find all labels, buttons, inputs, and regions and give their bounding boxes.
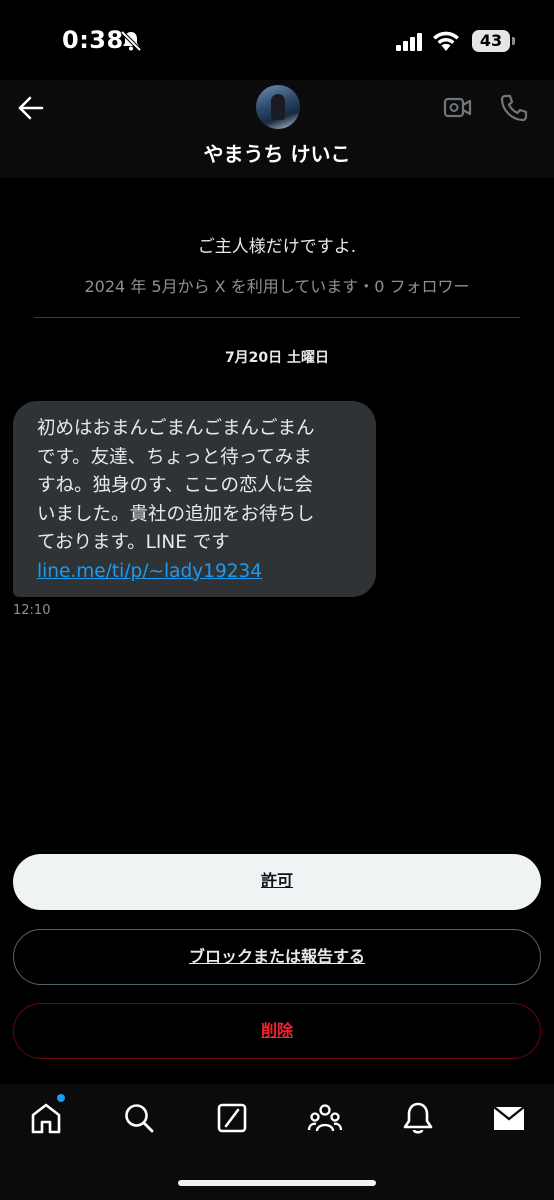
messages-icon[interactable] xyxy=(491,1100,527,1136)
phone-icon[interactable] xyxy=(499,93,529,123)
message-bubble[interactable]: 初めはおまんごまんごまんごまん です。友達、ちょっと待ってみま すね。独身のす、… xyxy=(13,401,376,597)
status-time: 0:38 xyxy=(62,26,124,54)
delete-button[interactable]: 削除 xyxy=(13,1003,541,1059)
profile-description: ご主人様だけですよ. xyxy=(197,237,357,257)
home-notification-dot xyxy=(57,1094,65,1102)
avatar[interactable] xyxy=(256,85,300,129)
allow-button[interactable]: 許可 xyxy=(13,854,541,910)
message-text: 初めはおまんごまんごまんごまん です。友達、ちょっと待ってみま すね。独身のす、… xyxy=(37,418,315,553)
bell-off-icon xyxy=(120,30,142,52)
date-separator: 7月20日 土曜日 xyxy=(224,350,330,366)
divider xyxy=(34,317,520,318)
communities-icon[interactable] xyxy=(307,1100,343,1136)
home-icon[interactable] xyxy=(28,1100,64,1136)
wifi-icon xyxy=(433,31,459,51)
block-or-report-button[interactable]: ブロックまたは報告する xyxy=(13,929,541,985)
search-icon[interactable] xyxy=(121,1100,157,1136)
battery-cap xyxy=(512,37,515,45)
video-call-icon[interactable] xyxy=(443,95,473,121)
notifications-icon[interactable] xyxy=(400,1100,436,1136)
message-link[interactable]: line.me/ti/p/~lady19234 xyxy=(37,558,358,587)
conversation-header: やまうち けいこ xyxy=(0,80,554,178)
message-timestamp: 12:10 xyxy=(13,603,51,618)
cellular-signal-icon xyxy=(396,33,422,51)
status-bar: 0:38 43 xyxy=(0,0,554,80)
battery-indicator: 43 xyxy=(472,30,510,52)
conversation-name[interactable]: やまうち けいこ xyxy=(0,138,554,167)
back-arrow-icon[interactable] xyxy=(16,94,44,122)
profile-meta: 2024 年 5月から X を利用しています・0 フォロワー xyxy=(84,277,470,296)
home-indicator xyxy=(178,1180,376,1186)
grok-icon[interactable] xyxy=(214,1100,250,1136)
